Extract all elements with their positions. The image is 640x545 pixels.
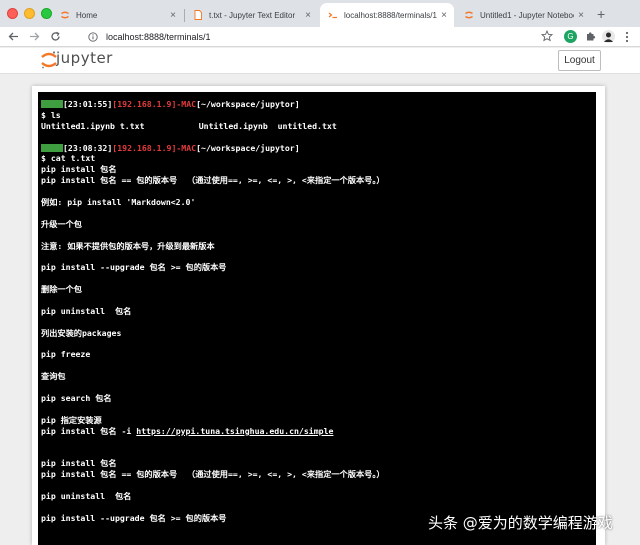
terminal-output-line: 列出安装的packages (41, 327, 122, 338)
terminal-file-output: pip install 包名 pip install 包名 == 包的版本号 （通… (41, 164, 596, 425)
terminal-output-line: pip search 包名 (41, 393, 112, 404)
prompt-user-block (41, 143, 63, 152)
tab-title: t.txt - Jupyter Text Editor (209, 10, 296, 20)
window-close-button[interactable] (7, 8, 18, 19)
terminal-window[interactable]: [23:01:55][192.168.1.9]-MAC[~/workspace/… (38, 92, 596, 545)
jupyter-favicon-icon (465, 11, 473, 19)
tab-text-editor[interactable]: t.txt - Jupyter Text Editor × (185, 3, 318, 27)
browser-menu-icon[interactable] (625, 31, 629, 43)
terminal-output-line: 查询包 (41, 371, 66, 382)
terminal-command: $ ls (41, 109, 61, 120)
window-minimize-button[interactable] (24, 8, 35, 19)
jupyter-favicon-icon (61, 11, 69, 19)
terminal-output-line: 例如: pip install 'Markdown<2.0' (41, 197, 196, 208)
prompt-user-block (41, 100, 63, 108)
file-favicon-icon (194, 10, 202, 20)
reload-icon[interactable] (50, 31, 61, 42)
terminal-output-line: pip 指定安装源 (41, 414, 102, 425)
new-tab-button[interactable]: + (597, 6, 605, 22)
terminal-prompt-line: [23:08:32][192.168.1.9]-MAC[~/workspace/… (41, 143, 596, 154)
terminal-output-line: pip freeze (41, 349, 91, 360)
grammarly-extension-icon[interactable]: G (564, 30, 577, 43)
window-zoom-button[interactable] (41, 8, 52, 19)
tab-notebook[interactable]: Untitled1 - Jupyter Notebook × (456, 3, 591, 27)
profile-avatar[interactable] (602, 30, 615, 43)
address-bar[interactable]: localhost:8888/terminals/1 (78, 29, 562, 45)
tab-close-icon[interactable]: × (166, 10, 180, 21)
mirror-url-link[interactable]: https://pypi.tuna.tsinghua.edu.cn/simple (136, 426, 333, 436)
terminal-output-line: pip uninstall 包名 (41, 305, 132, 316)
terminal-output-line: 升级一个包 (41, 218, 82, 229)
terminal-output-line: pip install 包名 (41, 164, 117, 175)
url-text: localhost:8888/terminals/1 (106, 32, 211, 42)
logout-button[interactable]: Logout (558, 50, 601, 71)
tab-close-icon[interactable]: × (574, 10, 588, 21)
terminal-prompt-line: [23:01:55][192.168.1.9]-MAC[~/workspace/… (41, 99, 596, 110)
terminal-output-line: 删除一个包 (41, 284, 82, 295)
terminal-output-line: pip install 包名 (41, 458, 117, 469)
tab-close-icon[interactable]: × (301, 10, 315, 21)
bookmark-star-icon[interactable] (541, 30, 553, 42)
back-arrow-icon[interactable] (8, 31, 19, 42)
browser-tab-strip: Home × t.txt - Jupyter Text Editor × loc… (0, 0, 640, 27)
jupyter-header: jupyter Logout (0, 48, 640, 74)
info-icon[interactable] (88, 32, 98, 42)
browser-toolbar: localhost:8888/terminals/1 G (0, 27, 640, 47)
terminal-output-line: pip install --upgrade 包名 >= 包的版本号 (41, 262, 227, 273)
forward-arrow-icon[interactable] (29, 31, 40, 42)
terminal-command: $ cat t.txt (41, 153, 96, 164)
tab-title: Untitled1 - Jupyter Notebook (480, 10, 574, 20)
terminal-output-line: Untitled1.ipynb t.txt Untitled.ipynb unt… (41, 120, 337, 131)
terminal-favicon-icon (328, 12, 337, 19)
terminal-output-line: pip install 包名 == 包的版本号 （通过使用==, >=, <=,… (41, 469, 385, 480)
terminal-output-line: pip uninstall 包名 (41, 491, 132, 502)
terminal-output-line: pip install 包名 == 包的版本号 （通过使用==, >=, <=,… (41, 175, 385, 186)
watermark-text: 头条 @爱为的数学编程游戏 (428, 514, 613, 532)
tab-terminal[interactable]: localhost:8888/terminals/1 × (320, 3, 454, 27)
terminal-output-line: 注意: 如果不提供包的版本号，升级到最新版本 (41, 240, 215, 251)
jupyter-logo-text: jupyter (56, 49, 113, 67)
extensions-puzzle-icon[interactable] (584, 30, 597, 43)
tab-title: Home (76, 10, 98, 20)
tab-home[interactable]: Home × (52, 3, 183, 27)
terminal-file-output: pip install 包名 pip install 包名 == 包的版本号 （通… (41, 437, 596, 524)
tab-close-icon[interactable]: × (437, 10, 451, 21)
tab-title: localhost:8888/terminals/1 (344, 10, 437, 20)
terminal-output-line: pip install 包名 -i https://pypi.tuna.tsin… (41, 425, 334, 436)
